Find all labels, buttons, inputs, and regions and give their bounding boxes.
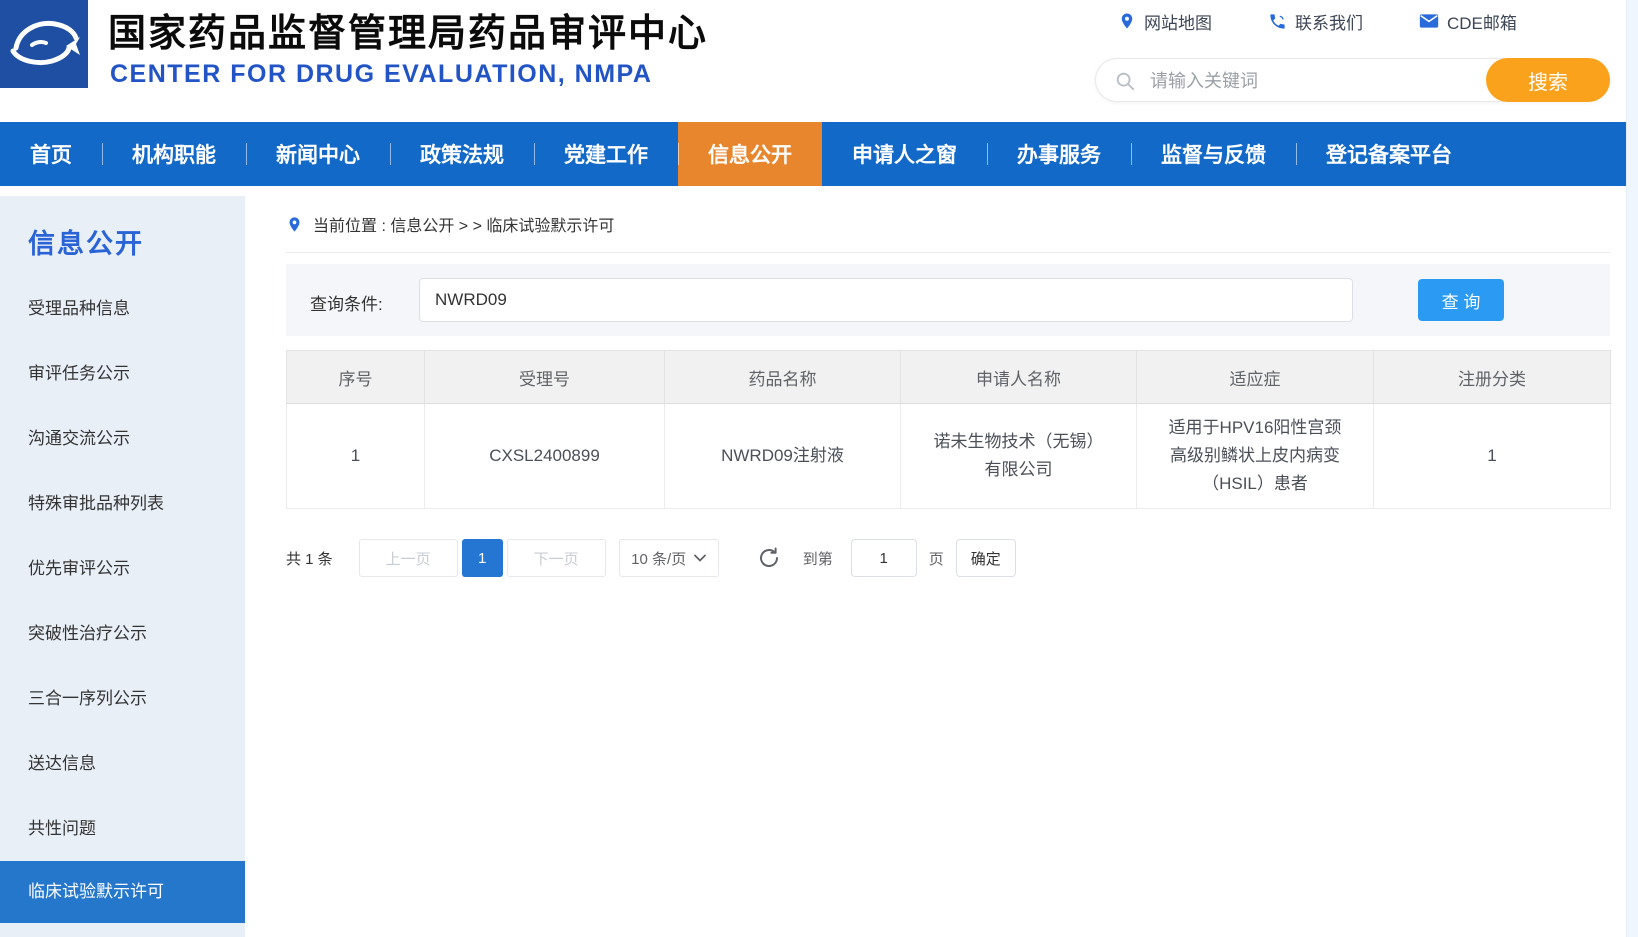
breadcrumb-text: 当前位置 : 信息公开 > > 临床试验默示许可 (313, 218, 615, 235)
nav-item-supervision[interactable]: 监督与反馈 (1131, 122, 1296, 186)
goto-page-label: 到第 (802, 550, 833, 568)
query-condition-label: 查询条件: (310, 295, 383, 314)
results-table: 序号 受理号 药品名称 申请人名称 适应症 注册分类 1 CXSL2400899… (286, 350, 1611, 509)
sidebar-item-three-in-one[interactable]: 三合一序列公示 (0, 666, 245, 731)
nav-item-information-disclosure[interactable]: 信息公开 (678, 122, 822, 186)
sidebar-items: 受理品种信息 审评任务公示 沟通交流公示 特殊审批品种列表 优先审评公示 突破性… (0, 276, 245, 923)
location-pin-icon (289, 216, 300, 232)
mail-icon (1419, 14, 1439, 28)
sidebar-item-breakthrough-therapy[interactable]: 突破性治疗公示 (0, 601, 245, 666)
phone-icon (1270, 13, 1285, 29)
cde-mail-link[interactable]: CDE邮箱 (1419, 9, 1517, 34)
col-drug-name: 药品名称 (664, 350, 901, 404)
col-indication: 适应症 (1136, 350, 1374, 404)
query-button[interactable]: 查 询 (1418, 279, 1504, 321)
goto-page-input[interactable] (850, 539, 917, 577)
cell-acceptance-number: CXSL2400899 (424, 403, 665, 509)
col-acceptance-number: 受理号 (424, 350, 665, 404)
nav-item-functions[interactable]: 机构职能 (102, 122, 246, 186)
page-size-value: 10 条/页 (631, 550, 687, 568)
sidebar-item-clinical-trial-implied-license[interactable]: 临床试验默示许可 (0, 861, 245, 923)
sidebar-item-priority-review[interactable]: 优先审评公示 (0, 536, 245, 601)
col-registration-category: 注册分类 (1373, 350, 1611, 404)
search-input[interactable] (1148, 60, 1482, 102)
next-page-button[interactable]: 下一页 (506, 539, 606, 577)
sidebar-title: 信息公开 (28, 229, 144, 259)
pagination-total: 共 1 条 (286, 550, 333, 568)
pagination: 共 1 条 上一页 1 下一页 10 条/页 到第 页 确定 (286, 539, 1610, 577)
col-serial-number: 序号 (286, 350, 425, 404)
scrollbar[interactable] (1626, 0, 1638, 937)
main-content: 当前位置 : 信息公开 > > 临床试验默示许可 查询条件: 查 询 序号 受理… (286, 196, 1611, 577)
site-title-chinese: 国家药品监督管理局药品审评中心 (108, 13, 709, 55)
goto-page-unit: 页 (928, 550, 944, 568)
cde-logo[interactable] (0, 0, 88, 88)
cde-mail-label: CDE邮箱 (1447, 13, 1517, 33)
sidebar-item-communication[interactable]: 沟通交流公示 (0, 406, 245, 471)
site-search: 搜索 (1095, 58, 1610, 102)
sidebar-item-review-tasks[interactable]: 审评任务公示 (0, 341, 245, 406)
nav-item-registration-platform[interactable]: 登记备案平台 (1296, 122, 1482, 186)
search-button[interactable]: 搜索 (1486, 58, 1610, 102)
nav-item-services[interactable]: 办事服务 (987, 122, 1131, 186)
site-header: 国家药品监督管理局药品审评中心 CENTER FOR DRUG EVALUATI… (0, 0, 1638, 122)
sidebar-item-common-issues[interactable]: 共性问题 (0, 796, 245, 861)
contact-link[interactable]: 联系我们 (1268, 9, 1363, 34)
nav-item-news[interactable]: 新闻中心 (246, 122, 390, 186)
site-title-english: CENTER FOR DRUG EVALUATION, NMPA (110, 60, 653, 88)
cell-registration-category: 1 (1373, 403, 1611, 509)
contact-label: 联系我们 (1295, 13, 1363, 33)
sidebar-item-accepted-varieties[interactable]: 受理品种信息 (0, 276, 245, 341)
chevron-down-icon (694, 554, 707, 562)
table-header-row: 序号 受理号 药品名称 申请人名称 适应症 注册分类 (286, 350, 1611, 404)
nav-item-policies[interactable]: 政策法规 (390, 122, 534, 186)
col-applicant-name: 申请人名称 (900, 350, 1137, 404)
sitemap-link[interactable]: 网站地图 (1118, 9, 1212, 34)
main-nav: 首页 机构职能 新闻中心 政策法规 党建工作 信息公开 申请人之窗 办事服务 监… (0, 122, 1638, 186)
breadcrumb: 当前位置 : 信息公开 > > 临床试验默示许可 (286, 196, 1610, 253)
refresh-button[interactable] (757, 546, 781, 570)
nav-item-party[interactable]: 党建工作 (534, 122, 678, 186)
map-pin-icon (1121, 13, 1133, 29)
prev-page-button[interactable]: 上一页 (358, 539, 458, 577)
search-icon (1116, 72, 1135, 91)
cell-drug-name: NWRD09注射液 (664, 403, 901, 509)
page-size-select[interactable]: 10 条/页 (618, 539, 719, 577)
sidebar: 信息公开 受理品种信息 审评任务公示 沟通交流公示 特殊审批品种列表 优先审评公… (0, 196, 245, 937)
sitemap-label: 网站地图 (1144, 13, 1212, 33)
cell-applicant-name: 诺未生物技术（无锡）有限公司 (900, 403, 1137, 509)
sidebar-item-delivery-info[interactable]: 送达信息 (0, 731, 245, 796)
query-panel: 查询条件: 查 询 (286, 264, 1610, 336)
nav-item-home[interactable]: 首页 (0, 122, 102, 186)
cde-nmpa-page: 国家药品监督管理局药品审评中心 CENTER FOR DRUG EVALUATI… (0, 0, 1638, 937)
cell-serial-number: 1 (286, 403, 425, 509)
refresh-icon (759, 547, 778, 567)
page-number-1[interactable]: 1 (461, 539, 503, 577)
nav-item-applicant-window[interactable]: 申请人之窗 (822, 122, 987, 186)
cell-indication: 适用于HPV16阳性宫颈高级别鳞状上皮内病变（HSIL）患者 (1136, 403, 1374, 509)
table-row: 1 CXSL2400899 NWRD09注射液 诺未生物技术（无锡）有限公司 适… (286, 403, 1611, 509)
header-quick-links: 网站地图 联系我们 CDE邮箱 (1118, 6, 1517, 36)
query-condition-input[interactable] (419, 278, 1353, 322)
sidebar-item-special-approval[interactable]: 特殊审批品种列表 (0, 471, 245, 536)
confirm-button[interactable]: 确定 (955, 539, 1016, 577)
